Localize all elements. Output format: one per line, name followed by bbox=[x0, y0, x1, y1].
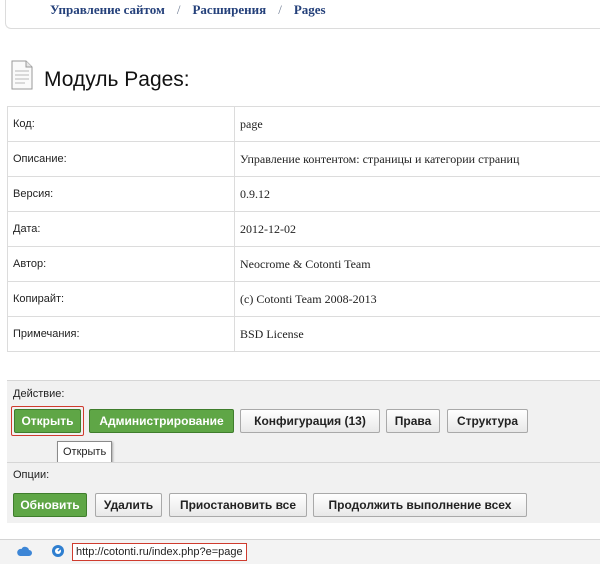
info-value: Neocrome & Cotonti Team bbox=[235, 247, 600, 282]
update-button[interactable]: Обновить bbox=[13, 493, 87, 517]
title-row: Модуль Pages: bbox=[10, 60, 600, 94]
breadcrumb-separator: / bbox=[266, 2, 294, 17]
options-section: Опции: Обновить Удалить Приостановить вс… bbox=[7, 462, 600, 523]
top-bar: Управление сайтом/Расширения/Pages bbox=[0, 0, 600, 28]
breadcrumb-extensions[interactable]: Расширения bbox=[192, 2, 266, 17]
info-value: Управление контентом: страницы и категор… bbox=[235, 142, 600, 177]
delete-button[interactable]: Удалить bbox=[95, 493, 162, 517]
table-row: Версия: 0.9.12 bbox=[8, 177, 600, 212]
breadcrumb-pages[interactable]: Pages bbox=[294, 2, 326, 17]
resume-all-button[interactable]: Продолжить выполнение всех bbox=[313, 493, 527, 517]
info-value: BSD License bbox=[235, 317, 600, 352]
administration-button[interactable]: Администрирование bbox=[89, 409, 234, 433]
info-label: Копирайт: bbox=[8, 282, 235, 317]
breadcrumb: Управление сайтом/Расширения/Pages bbox=[50, 2, 326, 18]
info-value: page bbox=[235, 107, 600, 142]
table-row: Код: page bbox=[8, 107, 600, 142]
browser-status-bar: http://cotonti.ru/index.php?e=page bbox=[0, 539, 600, 564]
speed-dial-icon[interactable] bbox=[51, 544, 65, 558]
table-row: Дата: 2012-12-02 bbox=[8, 212, 600, 247]
table-row: Описание: Управление контентом: страницы… bbox=[8, 142, 600, 177]
options-label: Опции: bbox=[13, 469, 49, 481]
info-value: 2012-12-02 bbox=[235, 212, 600, 247]
page-title: Модуль Pages: bbox=[44, 68, 190, 92]
info-label: Версия: bbox=[8, 177, 235, 212]
table-row: Примечания: BSD License bbox=[8, 317, 600, 352]
structure-button[interactable]: Структура bbox=[447, 409, 528, 433]
info-label: Дата: bbox=[8, 212, 235, 247]
actions-label: Действие: bbox=[13, 388, 64, 400]
info-value: (c) Cotonti Team 2008-2013 bbox=[235, 282, 600, 317]
configuration-button[interactable]: Конфигурация (13) bbox=[240, 409, 380, 433]
table-row: Копирайт: (c) Cotonti Team 2008-2013 bbox=[8, 282, 600, 317]
rights-button[interactable]: Права bbox=[386, 409, 440, 433]
open-tooltip: Открыть bbox=[57, 441, 112, 463]
document-icon bbox=[10, 60, 34, 90]
table-row: Автор: Neocrome & Cotonti Team bbox=[8, 247, 600, 282]
info-label: Описание: bbox=[8, 142, 235, 177]
cloud-icon[interactable] bbox=[16, 545, 32, 557]
breadcrumb-separator: / bbox=[165, 2, 193, 17]
pause-all-button[interactable]: Приостановить все bbox=[169, 493, 307, 517]
breadcrumb-site-management[interactable]: Управление сайтом bbox=[50, 2, 165, 17]
status-url: http://cotonti.ru/index.php?e=page bbox=[72, 543, 247, 561]
info-label: Автор: bbox=[8, 247, 235, 282]
info-label: Код: bbox=[8, 107, 235, 142]
module-info-table: Код: page Описание: Управление контентом… bbox=[7, 106, 600, 352]
open-button[interactable]: Открыть bbox=[14, 409, 81, 433]
info-value: 0.9.12 bbox=[235, 177, 600, 212]
info-label: Примечания: bbox=[8, 317, 235, 352]
